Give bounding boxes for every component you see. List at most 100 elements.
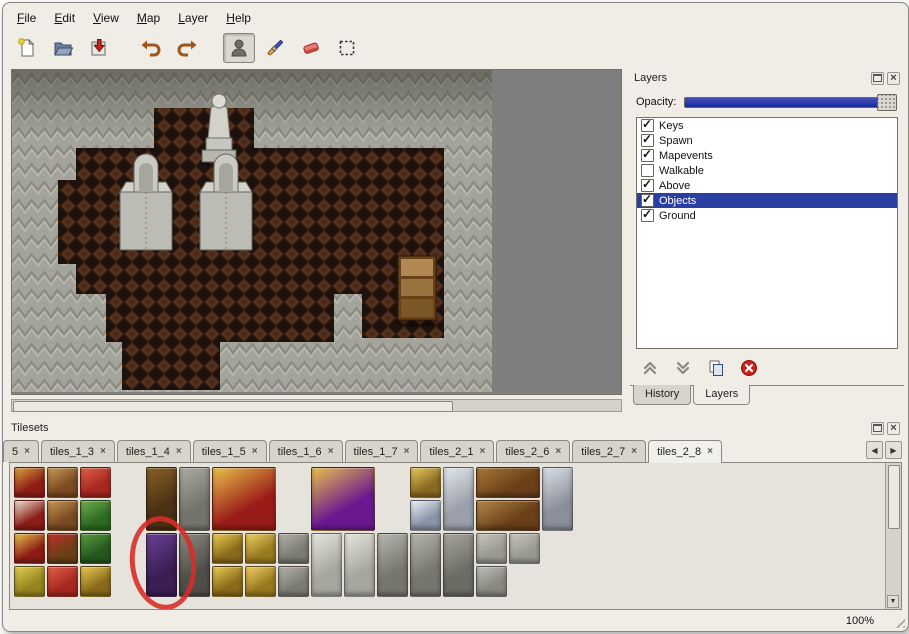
layer-visibility-checkbox[interactable] <box>641 209 654 222</box>
close-tab-icon[interactable] <box>252 447 258 457</box>
opacity-slider-handle[interactable] <box>877 94 897 111</box>
layer-visibility-checkbox[interactable] <box>641 194 654 207</box>
layer-row-spawn[interactable]: Spawn <box>637 133 897 148</box>
undo-button[interactable] <box>135 33 167 63</box>
tab-history[interactable]: History <box>633 385 691 405</box>
tileset-content[interactable] <box>9 462 902 610</box>
resize-grip[interactable] <box>892 615 905 628</box>
tileset-tab-5[interactable]: 5 <box>3 440 39 462</box>
map-horizontal-scrollbar[interactable] <box>11 399 622 412</box>
tile-purple-throne[interactable] <box>311 467 375 531</box>
scroll-down-arrow-icon[interactable] <box>887 595 899 608</box>
tileset-tab-tiles_1_4[interactable]: tiles_1_4 <box>117 440 191 462</box>
tile-carved-rock[interactable] <box>278 533 309 564</box>
eraser-tool-button[interactable] <box>295 33 327 63</box>
tile-purple-door[interactable] <box>146 533 177 597</box>
tile-tall-plant[interactable] <box>80 533 111 564</box>
tile-shield-frame[interactable] <box>410 500 441 531</box>
tile-knight-armor[interactable] <box>542 467 573 531</box>
tile-silver-frame[interactable] <box>443 467 474 531</box>
close-tab-icon[interactable] <box>707 447 713 457</box>
brush-tool-button[interactable] <box>259 33 291 63</box>
layer-visibility-checkbox[interactable] <box>641 149 654 162</box>
tile-book-row[interactable] <box>47 533 78 564</box>
tile-angel-statue[interactable] <box>311 533 342 597</box>
close-tab-icon[interactable] <box>100 447 106 457</box>
tileset-tab-tiles_1_6[interactable]: tiles_1_6 <box>269 440 343 462</box>
tileset-tab-tiles_2_1[interactable]: tiles_2_1 <box>420 440 494 462</box>
menu-view[interactable]: View <box>85 8 127 28</box>
tile-potted-plant[interactable] <box>80 500 111 531</box>
tile-gold-frame[interactable] <box>410 467 441 498</box>
tile-crest-banner[interactable] <box>14 533 45 564</box>
new-file-button[interactable] <box>11 33 43 63</box>
tile-gold-treasure[interactable] <box>245 533 276 564</box>
opacity-slider[interactable] <box>684 97 896 108</box>
tile-stone-door[interactable] <box>179 467 210 531</box>
save-button[interactable] <box>83 33 115 63</box>
float-panel-icon[interactable] <box>871 72 884 85</box>
layer-row-above[interactable]: Above <box>637 178 897 193</box>
tile-stone-block-2[interactable] <box>509 533 540 564</box>
menu-help[interactable]: Help <box>218 8 259 28</box>
tile-gargoyle[interactable] <box>377 533 408 597</box>
tile-gold-horn[interactable] <box>80 566 111 597</box>
tileset-tab-tiles_2_8[interactable]: tiles_2_8 <box>648 440 722 463</box>
tile-alcove-statue[interactable] <box>179 533 210 597</box>
layer-row-mapevents[interactable]: Mapevents <box>637 148 897 163</box>
close-tab-icon[interactable] <box>479 447 485 457</box>
tile-angel-statue-2[interactable] <box>344 533 375 597</box>
tile-gold-treasure-2[interactable] <box>245 566 276 597</box>
layer-visibility-checkbox[interactable] <box>641 134 654 147</box>
close-tab-icon[interactable] <box>404 447 410 457</box>
stamp-tool-button[interactable] <box>223 33 255 63</box>
close-tab-icon[interactable] <box>328 447 334 457</box>
layer-row-objects[interactable]: Objects <box>637 193 897 208</box>
raise-layer-button[interactable] <box>638 357 662 379</box>
float-panel-icon[interactable] <box>871 422 884 435</box>
tileset-tab-tiles_2_6[interactable]: tiles_2_6 <box>496 440 570 462</box>
tile-wood-crates[interactable] <box>476 500 540 531</box>
tileset-vertical-scrollbar[interactable] <box>885 463 901 609</box>
layer-visibility-checkbox[interactable] <box>641 164 654 177</box>
tile-red-cushion[interactable] <box>80 467 111 498</box>
close-panel-icon[interactable] <box>887 72 900 85</box>
tile-wood-dresser[interactable] <box>476 467 540 498</box>
delete-layer-button[interactable] <box>737 357 761 379</box>
layer-row-keys[interactable]: Keys <box>637 118 897 133</box>
tile-rock[interactable] <box>278 566 309 597</box>
tileset-vscroll-handle[interactable] <box>888 465 900 529</box>
tileset-tab-tiles_1_5[interactable]: tiles_1_5 <box>193 440 267 462</box>
scroll-tabs-left-icon[interactable] <box>866 441 883 459</box>
tile-red-banner[interactable] <box>14 467 45 498</box>
layer-visibility-checkbox[interactable] <box>641 179 654 192</box>
tile-spinning-wheel[interactable] <box>47 467 78 498</box>
open-button[interactable] <box>47 33 79 63</box>
tab-layers[interactable]: Layers <box>693 385 750 405</box>
layer-row-walkable[interactable]: Walkable <box>637 163 897 178</box>
tile-gold-whip-2[interactable] <box>212 566 243 597</box>
close-tab-icon[interactable] <box>24 447 30 457</box>
tile-tall-cabinet[interactable] <box>146 467 177 531</box>
duplicate-layer-button[interactable] <box>704 357 728 379</box>
layer-visibility-checkbox[interactable] <box>641 119 654 132</box>
tileset-tab-tiles_1_3[interactable]: tiles_1_3 <box>41 440 115 462</box>
close-tab-icon[interactable] <box>555 447 561 457</box>
scroll-tabs-right-icon[interactable] <box>885 441 902 459</box>
close-panel-icon[interactable] <box>887 422 900 435</box>
close-tab-icon[interactable] <box>176 447 182 457</box>
map-hscroll-handle[interactable] <box>13 401 453 412</box>
layer-row-ground[interactable]: Ground <box>637 208 897 223</box>
tile-stone-pillar[interactable] <box>476 566 507 597</box>
tile-obelisk[interactable] <box>443 533 474 597</box>
tile-red-throne[interactable] <box>212 467 276 531</box>
lower-layer-button[interactable] <box>671 357 695 379</box>
menu-map[interactable]: Map <box>129 8 168 28</box>
map-canvas[interactable] <box>11 69 622 395</box>
menu-edit[interactable]: Edit <box>46 8 83 28</box>
tileset-tab-tiles_2_7[interactable]: tiles_2_7 <box>572 440 646 462</box>
close-tab-icon[interactable] <box>631 447 637 457</box>
tile-spinning-wheel-2[interactable] <box>47 500 78 531</box>
tile-berry-basket[interactable] <box>47 566 78 597</box>
tileset-tab-tiles_1_7[interactable]: tiles_1_7 <box>345 440 419 462</box>
